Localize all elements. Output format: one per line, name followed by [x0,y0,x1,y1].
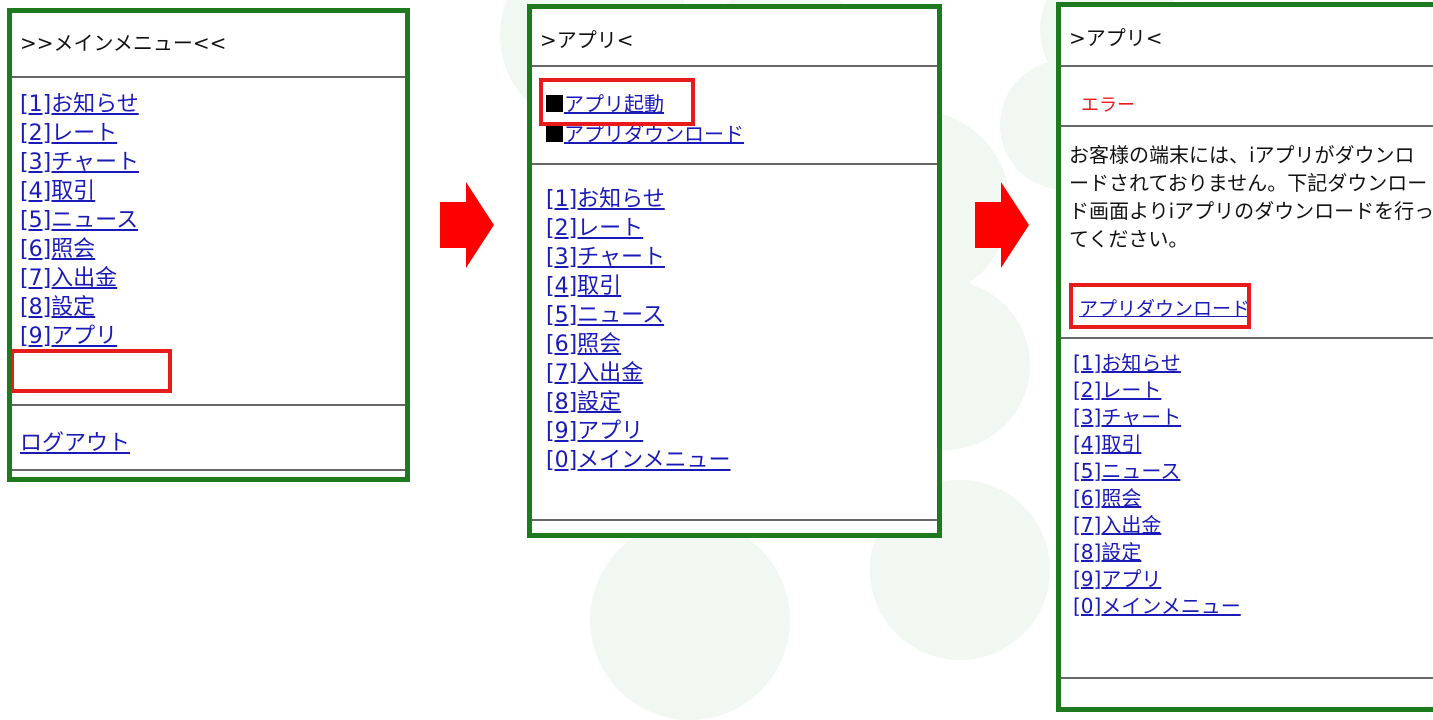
menu-link[interactable]: [5]ニュース [546,303,664,328]
menu-link[interactable]: [4]取引 [546,274,621,299]
menu-item-main-menu[interactable]: [0]メインメニュー [1073,593,1241,620]
menu-link[interactable]: [1]お知らせ [546,187,665,212]
menu-item-inquiry[interactable]: [6]照会 [546,330,731,359]
menu-item-rate[interactable]: [2]レート [20,119,139,148]
screen-title: >アプリ< [540,28,634,52]
divider [12,469,405,471]
menu-link[interactable]: [8]設定 [1073,540,1141,564]
menu-item-settings[interactable]: [8]設定 [20,293,139,322]
menu-link[interactable]: [6]照会 [546,332,621,357]
error-message-line: てください。 [1069,227,1189,251]
menu-item-inquiry[interactable]: [6]照会 [20,235,139,264]
divider [1061,65,1433,67]
menu-link[interactable]: [1]お知らせ [1073,351,1181,375]
divider [532,163,937,165]
menu-item-chart[interactable]: [3]チャート [546,243,731,272]
menu-link[interactable]: [8]設定 [546,390,621,415]
bullet-square-icon [546,125,563,142]
menu-link[interactable]: [9]アプリ [1073,567,1161,591]
next-step-arrow-icon [440,182,494,268]
menu-link[interactable]: [2]レート [20,121,117,146]
menu-link[interactable]: [4]取引 [1073,432,1141,456]
menu-item-main-menu[interactable]: [0]メインメニュー [546,446,731,475]
divider [532,65,937,67]
menu-link[interactable]: [3]チャート [1073,405,1181,429]
logout-link[interactable]: ログアウト [20,431,130,456]
menu-link[interactable]: [4]取引 [20,179,95,204]
menu-item-settings[interactable]: [8]設定 [1073,539,1241,566]
menu-item-notice[interactable]: [1]お知らせ [20,90,139,119]
menu-item-app[interactable]: [9]アプリ [20,322,139,351]
error-label: エラー [1081,95,1135,116]
divider [1061,677,1433,679]
app-screen: >アプリ< アプリ起動 アプリダウンロード [1]お知らせ [2]レート [3]… [527,4,942,538]
menu-item-rate[interactable]: [2]レート [546,214,731,243]
menu-link[interactable]: [8]設定 [20,295,95,320]
main-menu-screen: >>メインメニュー<< [1]お知らせ [2]レート [3]チャート [4]取引… [7,8,410,482]
menu-link[interactable]: [6]照会 [1073,486,1141,510]
menu-item-app[interactable]: [9]アプリ [1073,566,1241,593]
menu-item-app[interactable]: [9]アプリ [546,417,731,446]
divider [532,519,937,521]
divider [12,404,405,406]
menu-item-chart[interactable]: [3]チャート [1073,404,1241,431]
menu-link[interactable]: [0]メインメニュー [1073,594,1241,618]
error-message-line: ド画面よりiアプリのダウンロードを行っ [1069,199,1433,223]
background-circle [590,520,790,720]
app-error-menu-list: [1]お知らせ [2]レート [3]チャート [4]取引 [5]ニュース [6]… [1073,350,1241,620]
menu-link[interactable]: [3]チャート [20,150,139,175]
highlight-app-launch [539,78,695,126]
menu-item-news[interactable]: [5]ニュース [20,206,139,235]
menu-link[interactable]: [5]ニュース [20,208,138,233]
menu-link[interactable]: [0]メインメニュー [546,448,731,473]
app-error-screen: >アプリ< エラー お客様の端末には、iアプリがダウンロ ードされておりません。… [1056,2,1433,712]
error-message: お客様の端末には、iアプリがダウンロ ードされておりません。下記ダウンロー ド画… [1069,141,1433,253]
menu-link[interactable]: [9]アプリ [20,324,117,349]
menu-item-chart[interactable]: [3]チャート [20,148,139,177]
menu-link[interactable]: [9]アプリ [546,419,643,444]
menu-item-trade[interactable]: [4]取引 [1073,431,1241,458]
menu-link[interactable]: [5]ニュース [1073,459,1180,483]
menu-item-news[interactable]: [5]ニュース [546,301,731,330]
menu-item-deposit-withdraw[interactable]: [7]入出金 [20,264,139,293]
menu-link[interactable]: [2]レート [546,216,643,241]
highlight-app-menu-item [12,349,172,393]
menu-item-trade[interactable]: [4]取引 [546,272,731,301]
menu-link[interactable]: [7]入出金 [546,361,643,386]
error-message-line: ードされておりません。下記ダウンロー [1069,171,1428,195]
menu-link[interactable]: [7]入出金 [1073,513,1161,537]
menu-link[interactable]: [7]入出金 [20,266,117,291]
menu-link[interactable]: [6]照会 [20,237,95,262]
screen-title: >アプリ< [1069,26,1163,50]
menu-item-deposit-withdraw[interactable]: [7]入出金 [1073,512,1241,539]
divider [1061,337,1433,339]
main-menu-list: [1]お知らせ [2]レート [3]チャート [4]取引 [5]ニュース [6]… [20,90,139,351]
screen-title: >>メインメニュー<< [20,31,227,55]
divider [12,76,405,78]
menu-link[interactable]: [1]お知らせ [20,92,139,117]
menu-item-notice[interactable]: [1]お知らせ [1073,350,1241,377]
app-menu-list: [1]お知らせ [2]レート [3]チャート [4]取引 [5]ニュース [6]… [546,185,731,475]
menu-item-settings[interactable]: [8]設定 [546,388,731,417]
menu-item-news[interactable]: [5]ニュース [1073,458,1241,485]
error-message-line: お客様の端末には、iアプリがダウンロ [1069,143,1415,167]
menu-link[interactable]: [3]チャート [546,245,665,270]
menu-link[interactable]: [2]レート [1073,378,1161,402]
menu-item-inquiry[interactable]: [6]照会 [1073,485,1241,512]
menu-item-deposit-withdraw[interactable]: [7]入出金 [546,359,731,388]
menu-item-notice[interactable]: [1]お知らせ [546,185,731,214]
divider [1061,125,1433,127]
menu-item-rate[interactable]: [2]レート [1073,377,1241,404]
next-step-arrow-icon [975,182,1029,268]
menu-item-trade[interactable]: [4]取引 [20,177,139,206]
highlight-app-download [1069,283,1251,329]
logout-item[interactable]: ログアウト [20,425,130,457]
